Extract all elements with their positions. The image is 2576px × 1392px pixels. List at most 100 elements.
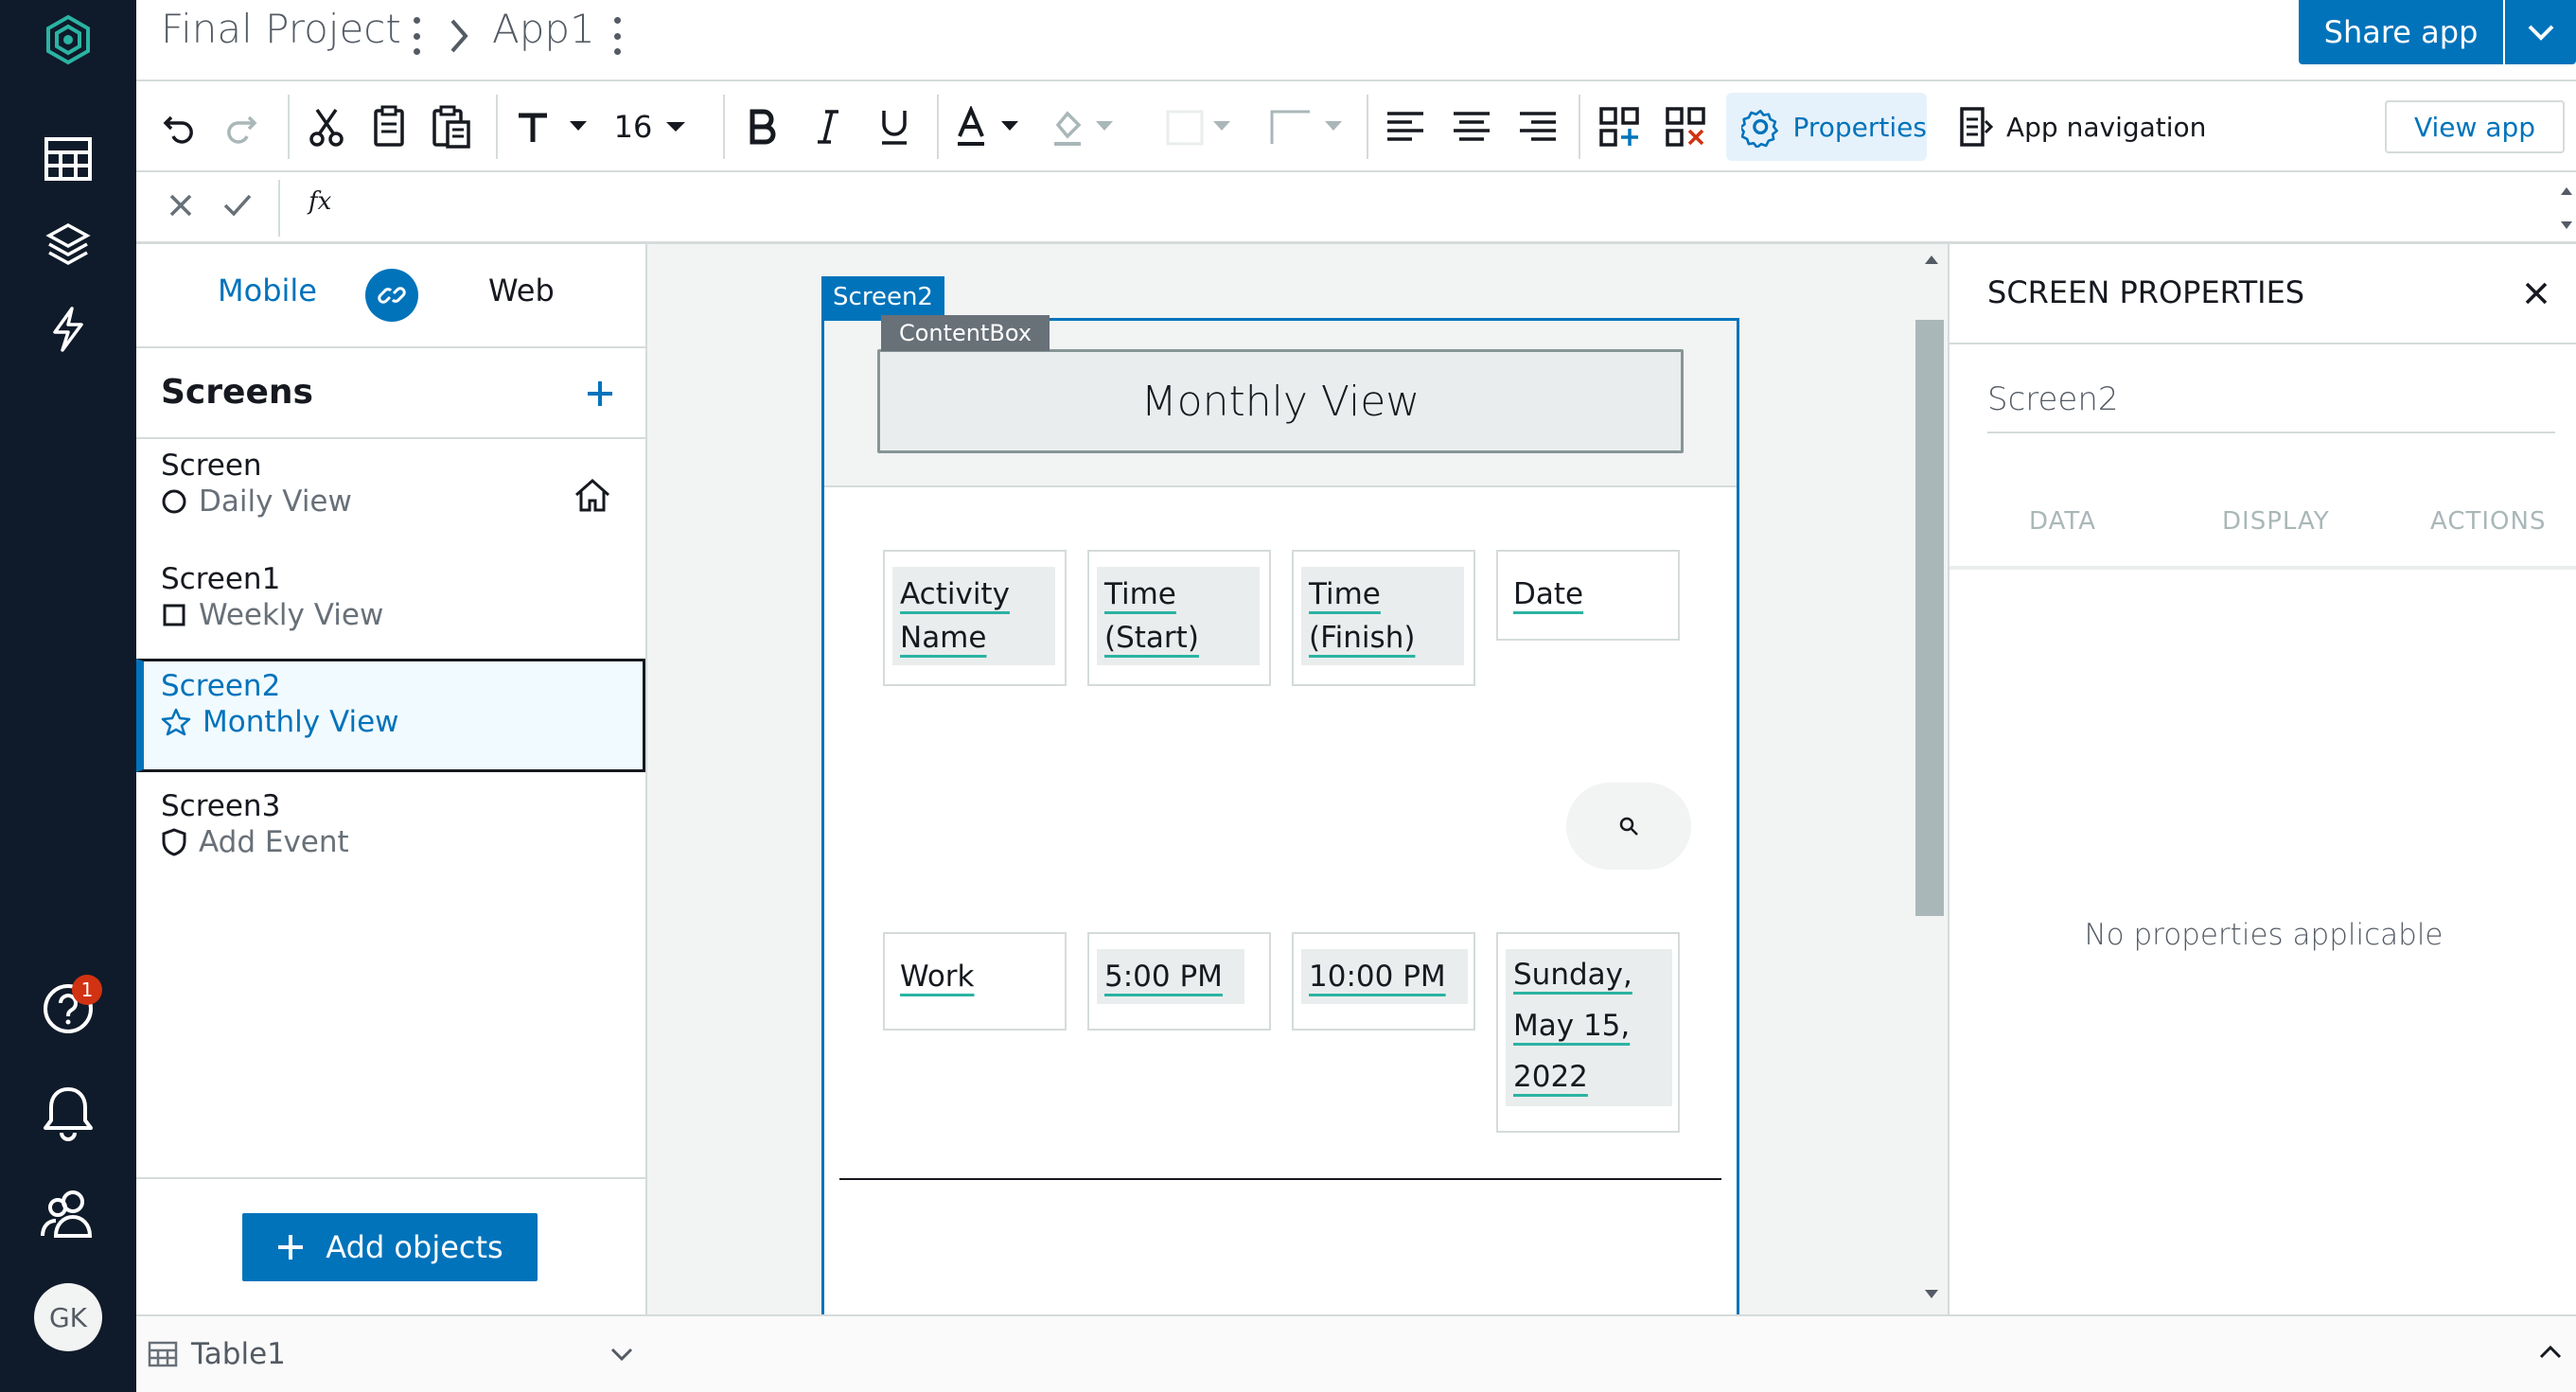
table-cell[interactable]: 10:00 PM [1292,932,1475,1031]
automation-bolt-icon[interactable] [34,295,102,363]
tables-icon[interactable] [34,125,102,193]
share-app-dropdown-button[interactable] [2505,0,2576,64]
fx-label: fx [309,187,332,216]
table-header-cell[interactable]: Time (Finish) [1292,550,1475,686]
screen-name-input[interactable] [1987,367,2555,433]
chevron-down-icon [610,1348,633,1362]
plus-icon [588,381,612,406]
expand-panel-icon[interactable] [2538,1345,2563,1360]
add-object-grid-icon[interactable] [1594,98,1645,155]
screen-title-box[interactable]: Monthly View [877,349,1684,453]
table-selector[interactable]: Table1 [136,1316,647,1392]
screen-name: Screen3 [161,789,281,823]
view-app-button[interactable]: View app [2385,100,2565,153]
add-screen-button[interactable] [573,367,626,420]
app-more-icon[interactable] [609,17,625,55]
text-color-dropdown[interactable] [952,98,1028,155]
formula-scroll-arrows-icon[interactable] [2559,182,2574,235]
table-header-cell[interactable]: Activity Name [883,550,1067,686]
properties-button[interactable]: Properties [1726,93,1927,161]
align-center-icon[interactable] [1448,98,1495,155]
table-icon [148,1341,178,1367]
header-label: Date [1506,567,1591,620]
paste-icon[interactable] [426,98,479,155]
search-button[interactable] [1566,783,1691,870]
italic-icon[interactable] [804,98,852,155]
screens-header: Screens [136,346,645,439]
screen-subtitle: Monthly View [203,705,399,739]
contentbox-tag[interactable]: ContentBox [881,315,1050,351]
formula-input[interactable] [350,178,2546,235]
cancel-formula-icon[interactable] [167,191,195,220]
cell-value: Sunday, May 15, 2022 [1506,949,1672,1106]
header-label: Activity Name [892,567,1055,665]
project-more-icon[interactable] [409,17,424,55]
font-size-dropdown[interactable]: 16 [611,98,689,155]
screen-subtitle: Weekly View [199,598,384,632]
star-icon [161,708,191,736]
remove-object-grid-icon[interactable] [1660,98,1711,155]
underline-icon[interactable] [871,98,918,155]
bold-icon[interactable] [738,98,785,155]
app-navigation-button[interactable]: App navigation [1946,93,2211,161]
text-style-dropdown[interactable] [511,98,596,155]
breadcrumb-project[interactable]: Final Project [161,6,401,52]
user-avatar[interactable]: GK [34,1283,102,1351]
web-toggle[interactable]: Web [488,273,555,308]
notification-count-badge: 1 [72,975,102,1005]
screen-list-item[interactable]: Screen1 Weekly View [136,553,645,666]
screen-preview[interactable]: Monthly View ContentBox Activity Name Tim… [821,315,1739,1314]
tab-data[interactable]: DATA [2029,507,2096,536]
undo-icon[interactable] [155,98,203,155]
users-icon[interactable] [34,1179,102,1247]
table-cell[interactable]: Work [883,932,1067,1031]
mobile-toggle[interactable]: Mobile [218,273,317,308]
screen-subtitle-row: Daily View [161,485,352,519]
table-cell[interactable]: 5:00 PM [1087,932,1271,1031]
add-objects-button[interactable]: Add objects [242,1213,538,1281]
screen-subtitle-row: Add Event [161,825,349,859]
screen-subtitle-row: Monthly View [161,705,399,739]
canvas-scrollbar[interactable] [1915,244,1948,1314]
gear-icon [1741,109,1778,148]
screen-list-item[interactable]: Screen3 Add Event [136,780,645,893]
share-app-button[interactable]: Share app [2299,0,2503,64]
scroll-down-icon[interactable] [1924,1289,1939,1300]
table-header-cell[interactable]: Time (Start) [1087,550,1271,686]
navigation-icon [1960,107,1993,147]
confirm-formula-icon[interactable] [221,191,254,220]
bell-icon[interactable] [34,1079,102,1147]
cut-icon[interactable] [303,98,350,155]
table-cell[interactable]: Sunday, May 15, 2022 [1496,932,1680,1133]
header-label: Time (Start) [1097,567,1260,665]
screen-list-item-selected[interactable]: Screen2 Monthly View [136,659,645,772]
align-left-icon[interactable] [1382,98,1429,155]
screen-tag[interactable]: Screen2 [821,276,944,318]
cell-value: 5:00 PM [1097,949,1244,1004]
search-icon [1619,817,1638,836]
add-objects-label: Add objects [326,1229,503,1265]
screen-list-item[interactable]: Screen Daily View [136,439,645,553]
link-layouts-icon[interactable] [365,269,418,322]
cell-value: 10:00 PM [1301,949,1468,1004]
app-logo-icon[interactable] [34,6,102,74]
breadcrumb-app[interactable]: App1 [492,6,595,52]
tab-actions[interactable]: ACTIONS [2430,507,2546,536]
tab-display[interactable]: DISPLAY [2222,507,2330,536]
scrollbar-thumb[interactable] [1915,320,1944,916]
plus-icon [278,1235,304,1260]
scroll-up-icon[interactable] [1924,254,1939,265]
font-size-value: 16 [613,109,653,145]
close-icon[interactable] [2514,271,2559,316]
divider-line [839,1178,1721,1180]
screen-name: Screen2 [161,669,281,703]
table-header-cell[interactable]: Date [1496,550,1680,641]
layers-icon[interactable] [34,210,102,278]
redo-icon[interactable] [218,98,265,155]
border-color-dropdown [1162,98,1238,155]
screen-subtitle-row: Weekly View [161,598,383,632]
screen-properties-panel: SCREEN PROPERTIES DATA DISPLAY ACTIONS N… [1948,244,2576,1314]
copy-icon[interactable] [365,98,413,155]
table-name: Table1 [191,1337,286,1371]
align-right-icon[interactable] [1514,98,1561,155]
